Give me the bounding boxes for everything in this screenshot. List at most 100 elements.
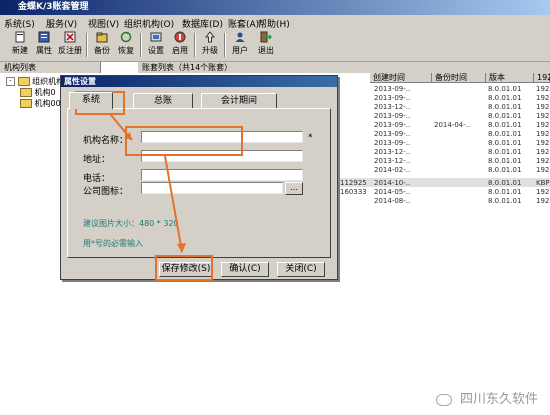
toolbar-separator	[86, 33, 88, 57]
confirm-button[interactable]: 确认(C)	[221, 262, 269, 277]
phone-input[interactable]	[141, 169, 303, 181]
table-cell: 2014-08-..	[374, 197, 411, 205]
window-title-bar: 金蝶K/3账套管理	[0, 0, 550, 15]
user-icon	[235, 32, 245, 42]
tree-header: 机构列表	[0, 62, 100, 73]
restore-button[interactable]: 恢复	[114, 31, 138, 59]
enable-button[interactable]: 启用	[168, 31, 192, 59]
properties-dialog: 属性设置 系统 总账 会计期间 机构名称： * 地址： 电话： 公司图标： … …	[60, 75, 338, 280]
tree-node-label: 机构0	[34, 88, 56, 97]
table-cell: 192.	[536, 139, 550, 147]
folder-icon	[20, 99, 32, 108]
tree-node[interactable]: 机构0	[20, 87, 56, 98]
toolbar-separator	[224, 33, 226, 57]
watermark: 四川东久软件	[435, 388, 538, 407]
required-hint: 用*号的必需输入	[83, 239, 143, 248]
expand-icon[interactable]: -	[6, 77, 15, 86]
table-cell: 8.0.01.01	[488, 94, 522, 102]
tab-accounting-period[interactable]: 会计期间	[201, 93, 277, 108]
table-cell: 2013-09-..	[374, 112, 411, 120]
column-header-version[interactable]: 版本	[486, 73, 534, 83]
table-cell: 2013-09-..	[374, 121, 411, 129]
table-cell: 2014-10-..	[374, 179, 411, 187]
properties-icon	[38, 31, 50, 43]
unregister-button[interactable]: 反注册	[56, 31, 84, 59]
table-cell: 8.0.01.01	[488, 166, 522, 174]
table-cell: 160333	[340, 188, 367, 196]
column-header-created[interactable]: 创建时间	[370, 73, 432, 83]
table-cell: 192.	[536, 85, 550, 93]
toolbar: 新建 属性 反注册 备份 恢复 设置 启用 升级 用户 退出	[0, 29, 550, 62]
table-cell: 2014-05-..	[374, 188, 411, 196]
unregister-icon	[64, 31, 76, 43]
upgrade-button[interactable]: 升级	[198, 31, 222, 59]
table-cell: 2013-09-..	[374, 130, 411, 138]
table-cell: 192.	[536, 197, 550, 205]
table-cell: 192.	[536, 94, 550, 102]
table-cell: 2013-09-..	[374, 139, 411, 147]
table-cell: 2013-12-..	[374, 157, 411, 165]
table-cell: 2014-04-..	[434, 121, 471, 129]
restore-icon	[120, 31, 132, 43]
tab-system[interactable]: 系统	[69, 92, 113, 109]
tree-root-node[interactable]: - 组织机构	[6, 76, 64, 87]
settings-icon	[150, 32, 162, 42]
table-cell: 8.0.01.01	[488, 197, 522, 205]
table-cell: 8.0.01.01	[488, 148, 522, 156]
image-size-hint: 建议图片大小：480 * 320	[83, 219, 179, 228]
column-header-ip[interactable]: 192	[534, 73, 550, 83]
folder-icon	[17, 77, 30, 86]
table-cell: 2013-12-..	[374, 103, 411, 111]
table-cell: 8.0.01.01	[488, 157, 522, 165]
table-cell: 8.0.01.01	[488, 139, 522, 147]
exit-icon	[260, 31, 272, 43]
table-cell: 8.0.01.01	[488, 121, 522, 129]
column-header-backup[interactable]: 备份时间	[432, 73, 486, 83]
backup-icon	[96, 32, 108, 43]
table-cell: 192.	[536, 157, 550, 165]
upgrade-icon	[204, 31, 216, 43]
browse-button[interactable]: …	[285, 182, 303, 195]
toolbar-separator	[194, 33, 196, 57]
toolbar-separator	[140, 33, 142, 57]
table-cell: 192.	[536, 112, 550, 120]
table-cell: 192.	[536, 121, 550, 129]
table-cell: 2014-02-..	[374, 166, 411, 174]
table-cell: 8.0.01.01	[488, 179, 522, 187]
enable-icon	[174, 31, 186, 43]
user-button[interactable]: 用户	[228, 31, 252, 59]
address-label: 地址：	[83, 155, 111, 165]
table-cell: 8.0.01.01	[488, 112, 522, 120]
tab-general-ledger[interactable]: 总账	[133, 93, 193, 108]
table-cell: KBP:	[536, 179, 550, 187]
logo-path-input[interactable]	[141, 182, 283, 194]
exit-button[interactable]: 退出	[254, 31, 278, 59]
dialog-title: 属性设置	[61, 76, 337, 87]
table-cell: 8.0.01.01	[488, 130, 522, 138]
backup-button[interactable]: 备份	[90, 31, 114, 59]
table-cell: 2013-09-..	[374, 94, 411, 102]
table-cell: 8.0.01.01	[488, 103, 522, 111]
menu-bar: 系统(S) 服务(V) 视图(V) 组织机构(O) 数据库(D) 账套(A) 帮…	[0, 15, 550, 30]
folder-icon	[20, 88, 32, 97]
table-cell: 192.	[536, 188, 550, 196]
wechat-icon	[435, 393, 452, 406]
table-cell: 2013-09-..	[374, 85, 411, 93]
account-list-tab[interactable]: 账套列表（共14个账套）	[138, 62, 550, 73]
phone-label: 电话：	[83, 174, 111, 184]
close-button[interactable]: 关闭(C)	[277, 262, 325, 277]
new-button[interactable]: 新建	[8, 31, 32, 59]
properties-button[interactable]: 属性	[32, 31, 56, 59]
settings-button[interactable]: 设置	[144, 31, 168, 59]
tree-node[interactable]: 机构00	[20, 98, 61, 109]
org-name-label: 机构名称：	[83, 136, 129, 146]
table-cell: 8.0.01.01	[488, 85, 522, 93]
table-cell: 192.	[536, 103, 550, 111]
table-cell: 192.	[536, 148, 550, 156]
annotation-box-save-button	[155, 255, 213, 281]
table-cell: 192.	[536, 130, 550, 138]
annotation-box-org-name	[125, 126, 243, 156]
new-icon	[15, 31, 25, 43]
table-cell: 112925	[340, 179, 367, 187]
logo-label: 公司图标：	[83, 187, 129, 197]
